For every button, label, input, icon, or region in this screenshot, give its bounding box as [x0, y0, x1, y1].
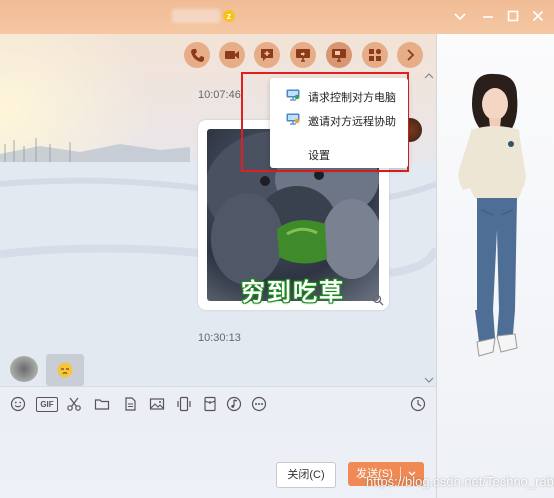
phone-device-icon[interactable]	[176, 396, 192, 412]
emoji-message	[46, 354, 84, 386]
apps-icon	[369, 48, 382, 61]
monitor-control-icon	[286, 89, 300, 101]
doc-icon[interactable]	[122, 396, 138, 412]
emoji-icon[interactable]	[10, 396, 26, 412]
phone-button[interactable]	[184, 42, 210, 68]
history-icon[interactable]	[410, 396, 426, 412]
chevron-down-icon[interactable]	[452, 8, 468, 24]
gif-icon[interactable]: GIF	[36, 397, 58, 412]
close-button[interactable]: 关闭(C)	[276, 462, 336, 488]
monitor-invite-icon	[286, 113, 300, 125]
screen-share-icon	[296, 49, 310, 62]
menu-item-request-control[interactable]: 请求控制对方电脑	[270, 84, 408, 108]
minimize-icon[interactable]	[480, 8, 496, 24]
red-packet-icon[interactable]	[202, 396, 218, 412]
video-button[interactable]	[219, 42, 245, 68]
menu-item-settings[interactable]: 设置	[270, 142, 408, 166]
screen-share-button[interactable]	[290, 42, 316, 68]
more-icon[interactable]	[251, 396, 267, 412]
apps-button[interactable]	[362, 42, 388, 68]
chat-window: z 10:07:46 穷到吃草 10:30:13 GIF 关闭(C) 发送(S)…	[0, 0, 554, 498]
close-icon[interactable]	[530, 8, 546, 24]
menu-label: 设置	[308, 150, 330, 162]
video-icon	[225, 51, 239, 59]
message-time: 10:07:46	[198, 89, 241, 101]
phone-icon	[191, 49, 204, 62]
avatar-character	[458, 73, 526, 357]
scroll-up-icon[interactable]	[424, 72, 434, 80]
sleepy-face-icon	[57, 362, 73, 378]
menu-item-invite-assist[interactable]: 邀请对方远程协助	[270, 108, 408, 132]
scissors-icon[interactable]	[66, 396, 82, 412]
more-arrow-button[interactable]	[397, 42, 423, 68]
zoom-icon[interactable]	[372, 294, 384, 306]
remote-desktop-icon	[332, 49, 346, 62]
contact-avatar[interactable]	[10, 356, 38, 382]
title-bar: z	[0, 0, 554, 34]
music-icon[interactable]	[226, 396, 242, 412]
vip-badge-icon: z	[223, 10, 235, 22]
remote-desktop-button[interactable]	[326, 42, 352, 68]
maximize-icon[interactable]	[505, 8, 521, 24]
message-time: 10:30:13	[198, 332, 241, 344]
remote-assist-menu: 请求控制对方电脑 邀请对方远程协助 设置	[270, 78, 408, 168]
avatar-show-panel	[437, 34, 554, 498]
message-plus-button[interactable]	[254, 42, 280, 68]
watermark: https://blog.csdn.net/Techno_rabbit	[366, 474, 554, 489]
image-icon[interactable]	[149, 396, 165, 412]
menu-label: 请求控制对方电脑	[308, 92, 396, 104]
menu-label: 邀请对方远程协助	[308, 116, 396, 128]
folder-icon[interactable]	[94, 396, 110, 412]
message-plus-icon	[261, 49, 273, 61]
scroll-down-icon[interactable]	[424, 376, 434, 384]
sticker-caption: 穷到吃草	[241, 278, 345, 306]
contact-name-blurred	[172, 9, 220, 23]
more-arrow-icon	[407, 49, 415, 61]
